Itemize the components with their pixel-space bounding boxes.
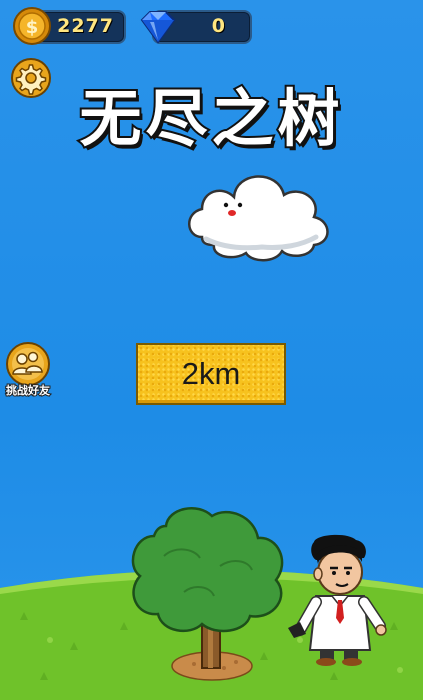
challenge-friends-label[interactable]: 挑战好友 [0, 382, 56, 398]
gem-count: 0 [211, 15, 226, 37]
scientist-character [288, 534, 387, 666]
svg-text:$: $ [26, 17, 39, 38]
distance-button[interactable]: 2km [136, 343, 286, 405]
game-title: 无尽之树 [77, 80, 344, 157]
tree [131, 507, 284, 681]
diamond-icon [140, 11, 176, 44]
distance-label: 2km [181, 356, 241, 391]
coin-icon: $ [13, 7, 51, 45]
cloud-face [188, 175, 329, 262]
coin-count: 2277 [57, 15, 114, 37]
